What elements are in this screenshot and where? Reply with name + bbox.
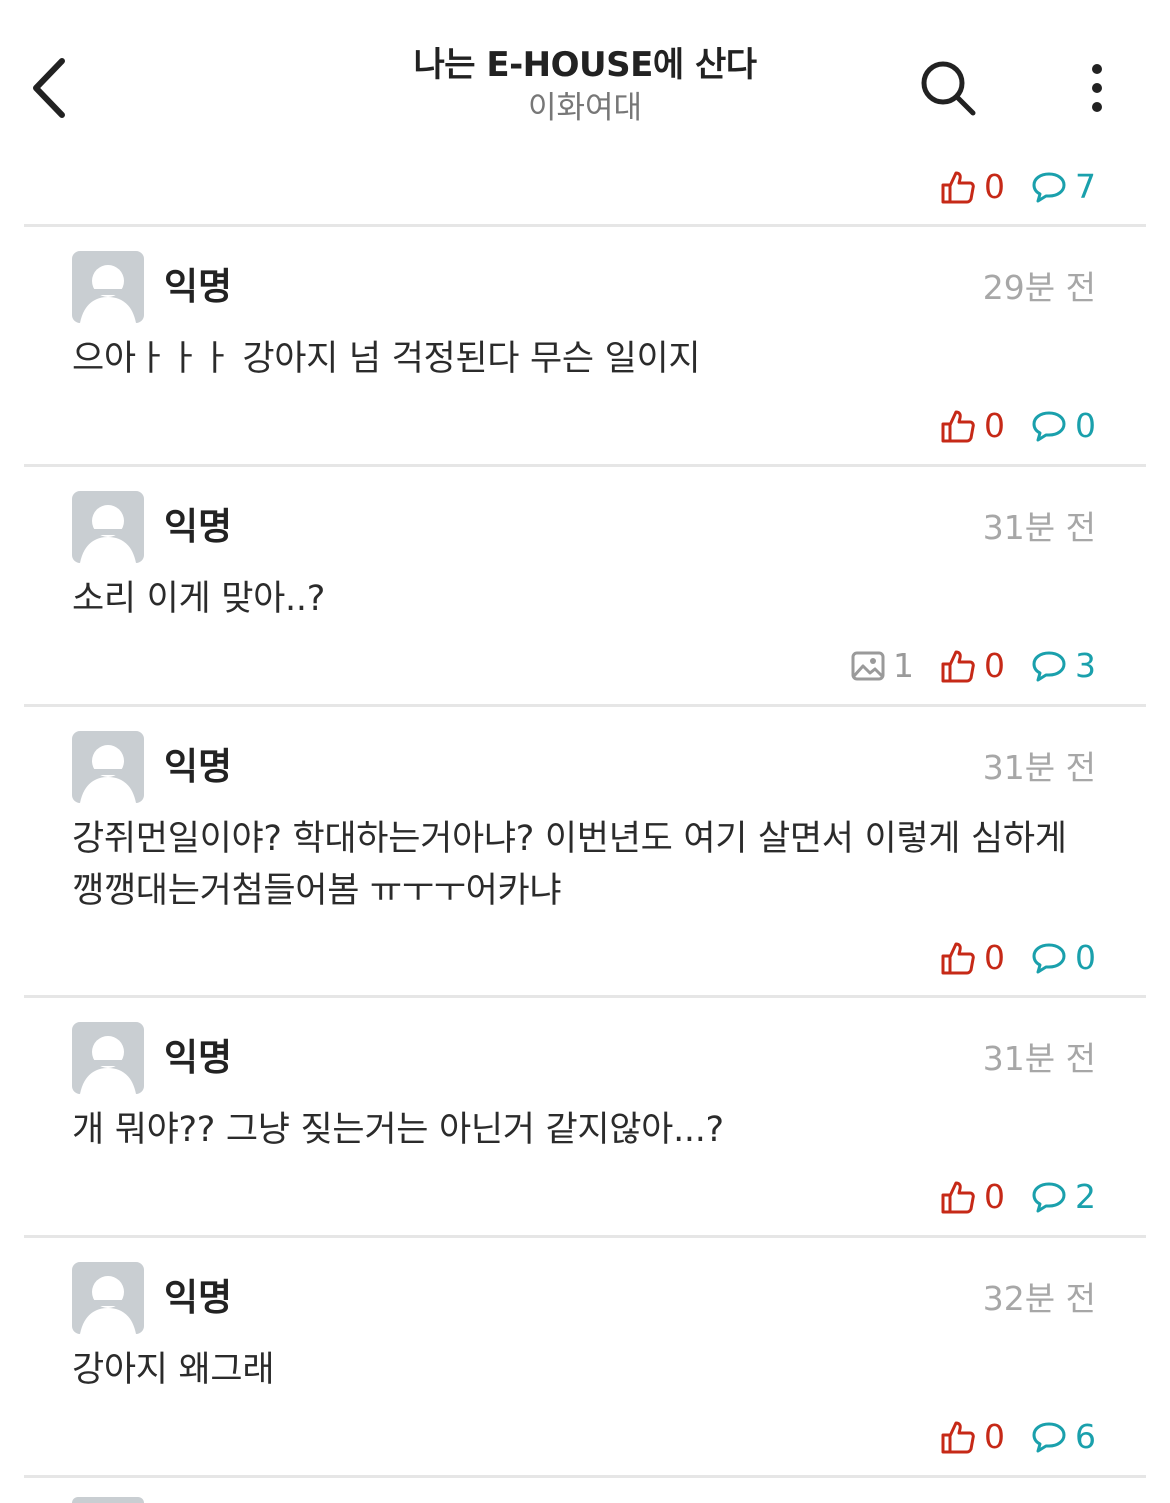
post-stats: 0 0 <box>914 401 1096 451</box>
more-vertical-icon <box>1092 64 1102 112</box>
post-stats: 0 7 <box>914 162 1096 212</box>
thumbs-up-icon <box>941 650 975 683</box>
post-time: 31분 전 <box>982 748 1096 787</box>
thumbs-up-icon <box>941 171 975 204</box>
anonymous-avatar-icon <box>72 1262 144 1334</box>
thumbs-up-icon <box>941 1181 975 1214</box>
comment-count: 2 <box>1031 1177 1096 1217</box>
post-time: 32분 전 <box>982 1279 1096 1318</box>
comment-count: 3 <box>1031 646 1096 686</box>
thumbs-up-icon <box>941 942 975 975</box>
comment-bubble-icon <box>1032 1182 1066 1213</box>
post-author: 익명 <box>164 265 233 308</box>
post-stats: 1 0 3 <box>825 641 1096 691</box>
anonymous-avatar-icon <box>72 1497 144 1503</box>
comment-count: 7 <box>1031 167 1096 207</box>
post-stats: 0 6 <box>914 1412 1096 1462</box>
post-author: 익명 <box>164 1036 233 1079</box>
like-count: 0 <box>940 938 1005 978</box>
post-item[interactable]: 익명 31분 전 소리 이게 맞아..? 1 0 3 <box>24 467 1146 703</box>
post-time: 29분 전 <box>982 268 1096 307</box>
thumbs-up-icon <box>941 410 975 443</box>
more-options-button[interactable] <box>1070 52 1124 124</box>
post-item[interactable]: 익명 31분 전 강쥐먼일이야? 학대하는거아냐? 이번년도 여기 살면서 이렇… <box>24 707 1146 995</box>
app-header: 나는 E-HOUSE에 산다 이화여대 <box>0 0 1170 160</box>
post-author: 익명 <box>164 745 233 788</box>
comment-bubble-icon <box>1032 1422 1066 1453</box>
post-content: 으아ㅏㅏㅏ 강아지 넘 걱정된다 무슨 일이지 <box>72 339 701 379</box>
post-time: 31분 전 <box>982 508 1096 547</box>
comment-count: 0 <box>1031 406 1096 446</box>
school-name: 이화여대 <box>527 90 643 126</box>
post-stats: 0 0 <box>914 933 1096 983</box>
comment-count: 6 <box>1031 1417 1096 1457</box>
anonymous-avatar-icon <box>72 251 144 323</box>
anonymous-avatar-icon <box>72 1022 144 1094</box>
post-stats: 0 2 <box>914 1172 1096 1222</box>
back-button[interactable] <box>18 52 78 124</box>
post-item[interactable]: 익명 32분 전 강아지 왜그래 0 6 <box>24 1238 1146 1474</box>
post-content: 강아지 왜그래 <box>72 1350 275 1390</box>
post-time: 31분 전 <box>982 1039 1096 1078</box>
image-count: 1 <box>851 646 914 686</box>
comment-count: 0 <box>1031 938 1096 978</box>
comment-bubble-icon <box>1032 651 1066 682</box>
thumbs-up-icon <box>941 1421 975 1454</box>
search-icon <box>921 61 976 116</box>
post-content: 소리 이게 맞아..? <box>72 579 325 619</box>
search-button[interactable] <box>912 52 984 124</box>
anonymous-avatar-icon <box>72 731 144 803</box>
anonymous-avatar-icon <box>72 491 144 563</box>
comment-bubble-icon <box>1032 411 1066 442</box>
like-count: 0 <box>940 1177 1005 1217</box>
like-count: 0 <box>940 646 1005 686</box>
divider <box>24 1475 1146 1478</box>
post-item[interactable]: 익명 31분 전 개 뭐야?? 그냥 짖는거는 아닌거 같지않아...? 0 2 <box>24 998 1146 1234</box>
comment-bubble-icon <box>1032 943 1066 974</box>
post-item[interactable]: 익명 29분 전 으아ㅏㅏㅏ 강아지 넘 걱정된다 무슨 일이지 0 0 <box>24 227 1146 463</box>
chevron-left-icon <box>33 58 65 118</box>
like-count: 0 <box>940 406 1005 446</box>
header-title-group: 나는 E-HOUSE에 산다 이화여대 <box>285 42 885 128</box>
comment-bubble-icon <box>1032 172 1066 203</box>
post-author: 익명 <box>164 1276 233 1319</box>
post-content: 개 뭐야?? 그냥 짖는거는 아닌거 같지않아...? <box>72 1110 724 1150</box>
image-icon <box>851 651 885 681</box>
like-count: 0 <box>940 167 1005 207</box>
like-count: 0 <box>940 1417 1005 1457</box>
post-author: 익명 <box>164 505 233 548</box>
post-content: 강쥐먼일이야? 학대하는거아냐? 이번년도 여기 살면서 이렇게 심하게 깽깽대… <box>72 819 1067 911</box>
board-title: 나는 E-HOUSE에 산다 <box>413 45 757 85</box>
